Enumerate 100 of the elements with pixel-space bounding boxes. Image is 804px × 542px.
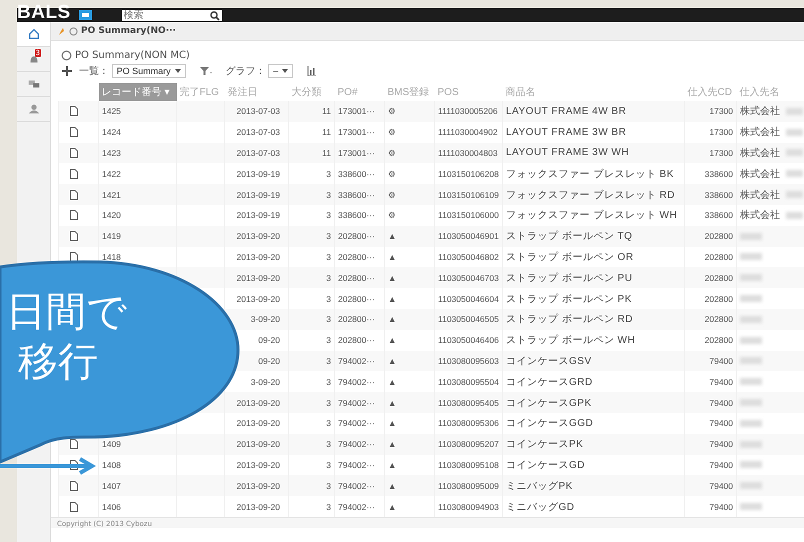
table-cell: 173001···	[338, 127, 375, 138]
table-cell: LAYOUT FRAME 3W WH	[506, 147, 630, 158]
table-cell: 3	[326, 190, 331, 200]
search-icon[interactable]	[208, 10, 222, 20]
table-cell: 2013-09-20	[236, 398, 280, 408]
table-cell-text: 株式会社	[740, 188, 780, 202]
table-cell: 3	[326, 418, 331, 428]
breadcrumb-link[interactable]: PO Summary(NO···	[81, 26, 176, 36]
table-cell: ⚙	[388, 190, 396, 200]
blurred-text	[740, 461, 762, 468]
table-cell: ⚙	[388, 210, 396, 220]
table-cell: 1103050046604	[438, 294, 499, 304]
table-cell: ⚙	[388, 106, 396, 116]
table-cell: 2013-07-03	[236, 106, 280, 116]
table-cell: 3	[326, 376, 331, 387]
table-cell: コインケースGD	[506, 460, 585, 471]
table-cell: ストラップ ボールペン WH	[506, 335, 636, 346]
table-cell: 202800···	[338, 252, 375, 262]
table-cell: 2013-09-20	[236, 252, 280, 262]
sidebar-item[interactable]	[17, 22, 50, 47]
table-cell: 1103080095207	[438, 439, 499, 450]
table-cell: 2013-09-20	[236, 502, 280, 512]
table-cell: 17300	[709, 148, 733, 158]
document-icon[interactable]	[70, 210, 78, 220]
table-cell: ⚙	[388, 127, 396, 138]
document-icon[interactable]	[70, 252, 78, 262]
column-header[interactable]: BMS登録	[384, 83, 434, 101]
table-cell: コインケースGGD	[506, 418, 594, 430]
document-icon[interactable]	[70, 231, 78, 242]
blurred-text	[786, 170, 802, 178]
folder-icon[interactable]	[78, 10, 92, 20]
column-header[interactable]: 発注日	[224, 83, 288, 101]
document-icon[interactable]	[70, 148, 78, 158]
blurred-text	[740, 482, 762, 490]
list-dropdown[interactable]: PO Summary	[112, 64, 186, 78]
document-icon[interactable]	[70, 502, 78, 512]
blurred-text	[786, 149, 802, 156]
document-icon[interactable]	[70, 439, 78, 450]
table-cell: 1103150106109	[438, 190, 499, 200]
table-cell: 11	[322, 127, 331, 138]
add-icon[interactable]	[61, 66, 73, 76]
table-cell: ▲	[388, 376, 396, 387]
document-icon[interactable]	[70, 168, 78, 179]
table-cell: コインケースGRD	[506, 376, 593, 388]
table-cell: 2013-09-19	[236, 168, 280, 179]
table-cell: 3	[326, 439, 331, 450]
table-cell: 1103050046703	[438, 272, 499, 283]
blurred-text	[786, 212, 802, 219]
document-icon[interactable]	[70, 127, 78, 138]
app-logo[interactable]: BALS	[17, 6, 71, 20]
table-cell: フォックスファー ブレスレット BK	[506, 168, 674, 180]
graph-label: グラフ :	[226, 65, 262, 78]
table-cell: 2013-07-03	[236, 127, 280, 138]
caret-icon	[282, 69, 288, 73]
table-cell: ストラップ ボールペン PK	[506, 294, 632, 305]
table-cell: 202800	[704, 252, 733, 262]
circle-icon	[69, 26, 78, 36]
table-cell: 3	[326, 231, 331, 242]
table-cell: 2013-09-20	[236, 272, 280, 283]
table-cell: ミニバッグGD	[506, 502, 574, 513]
table-cell: 202800···	[338, 335, 375, 346]
column-header[interactable]: 商品名	[502, 83, 684, 101]
column-header[interactable]: 大分類	[288, 83, 334, 101]
filter-icon[interactable]	[200, 66, 212, 76]
search-field[interactable]: 検索	[122, 10, 208, 20]
document-icon[interactable]	[70, 106, 78, 116]
table-cell: 202800	[704, 314, 733, 324]
blurred-text	[740, 357, 762, 364]
table-cell: 1111030004902	[438, 127, 498, 138]
table-cell: 1425	[102, 106, 121, 116]
circle-icon	[61, 50, 72, 60]
column-header[interactable]: PO#	[334, 83, 384, 101]
blurred-text	[740, 316, 762, 323]
blurred-text	[740, 295, 762, 302]
table-cell: 3	[326, 398, 331, 408]
graph-dropdown[interactable]: –	[268, 64, 294, 78]
column-header[interactable]: POS	[434, 83, 502, 101]
table-cell: 338600···	[338, 168, 375, 179]
column-header[interactable]: 完了FLG	[176, 83, 224, 101]
blurred-text	[740, 253, 762, 260]
table-cell: 794002···	[338, 502, 375, 512]
table-cell: 3	[326, 502, 331, 512]
document-icon[interactable]	[70, 190, 78, 200]
table-cell: 2013-09-19	[236, 190, 280, 200]
table-cell: フォックスファー ブレスレット WH	[506, 210, 678, 222]
table-cell: 2013-09-20	[236, 439, 280, 450]
table-cell-text: 株式会社	[740, 104, 780, 118]
column-header[interactable]: レコード番号 ▾	[98, 83, 176, 101]
blurred-text	[740, 232, 762, 240]
pin-icon	[57, 26, 66, 36]
table-cell: ▲	[388, 314, 396, 324]
column-header[interactable]: 仕入先CD	[684, 83, 736, 101]
table-cell: 3	[326, 294, 331, 304]
table-cell: 1407	[102, 480, 121, 491]
blurred-text	[740, 336, 762, 344]
column-header[interactable]: 仕入先名	[736, 83, 804, 101]
document-icon[interactable]	[70, 480, 78, 491]
blurred-text	[786, 108, 802, 115]
table-cell: 2013-09-20	[236, 418, 280, 428]
table-cell-text: 株式会社	[740, 208, 780, 222]
